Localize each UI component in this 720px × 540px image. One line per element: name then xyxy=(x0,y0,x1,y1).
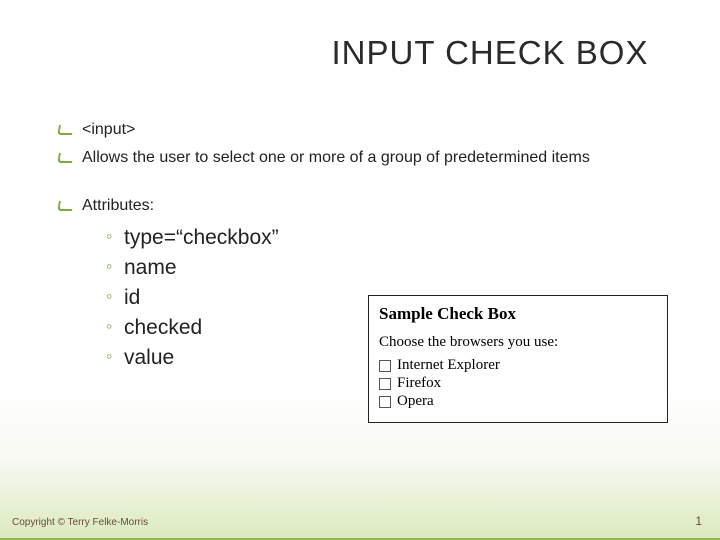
sample-option-label: Internet Explorer xyxy=(397,357,500,374)
sample-option-ie: Internet Explorer xyxy=(379,357,657,374)
sample-checkbox-figure: Sample Check Box Choose the browsers you… xyxy=(368,295,668,423)
slide-title: INPUT CHECK BOX xyxy=(0,34,720,72)
sample-option-opera: Opera xyxy=(379,393,657,410)
copyright-text: Copyright © Terry Felke-Morris xyxy=(12,517,148,528)
page-number: 1 xyxy=(695,514,702,528)
sample-heading: Sample Check Box xyxy=(379,304,657,324)
checkbox-icon xyxy=(379,360,391,372)
bullet-description: Allows the user to select one or more of… xyxy=(58,148,680,168)
checkbox-icon xyxy=(379,378,391,390)
sample-prompt: Choose the browsers you use: xyxy=(379,334,657,351)
bullet-attributes: Attributes: xyxy=(58,196,680,216)
sample-option-label: Firefox xyxy=(397,375,441,392)
sample-option-firefox: Firefox xyxy=(379,375,657,392)
slide: INPUT CHECK BOX <input> Allows the user … xyxy=(0,0,720,540)
checkbox-icon xyxy=(379,396,391,408)
sub-name: name xyxy=(106,256,680,280)
bullet-input-tag: <input> xyxy=(58,120,680,140)
sample-option-label: Opera xyxy=(397,393,434,410)
sub-type: type=“checkbox” xyxy=(106,226,680,250)
